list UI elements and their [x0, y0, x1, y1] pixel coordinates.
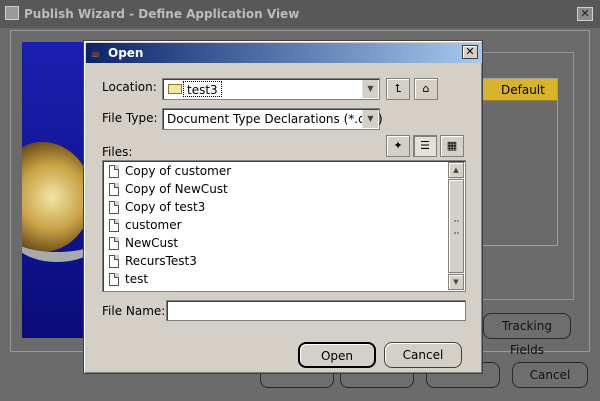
- app-icon: [5, 6, 19, 20]
- wizard-cancel-button[interactable]: Cancel: [512, 362, 588, 388]
- chevron-down-icon[interactable]: ▼: [362, 80, 378, 98]
- document-icon: [109, 165, 119, 178]
- wizard-fields-table: Default: [480, 78, 558, 246]
- document-icon: [109, 237, 119, 250]
- open-dialog-title: Open: [108, 46, 144, 60]
- file-item[interactable]: Copy of test3: [107, 199, 205, 217]
- location-combo[interactable]: test3 ▼: [162, 78, 380, 100]
- file-item-label: Copy of NewCust: [125, 182, 228, 196]
- file-item-label: NewCust: [125, 236, 179, 250]
- file-item-label: test: [125, 272, 149, 286]
- grip-icon: [454, 220, 459, 234]
- new-folder-icon: ✦: [393, 139, 403, 152]
- wizard-title: Publish Wizard - Define Application View: [24, 7, 300, 21]
- file-item[interactable]: Copy of NewCust: [107, 181, 228, 199]
- chevron-down-icon[interactable]: ▼: [362, 110, 378, 128]
- file-item[interactable]: RecursTest3: [107, 253, 197, 271]
- home-folder-button[interactable]: ⌂: [414, 78, 438, 100]
- scroll-down-button[interactable]: ▼: [448, 274, 464, 290]
- table-header-default[interactable]: Default: [481, 79, 557, 101]
- location-value: test3: [183, 81, 222, 97]
- list-view-button[interactable]: ☰: [413, 135, 437, 157]
- home-folder-icon: ⌂: [422, 82, 430, 95]
- scroll-thumb[interactable]: [448, 179, 464, 273]
- file-name-input[interactable]: [166, 300, 466, 321]
- details-view-icon: ▦: [446, 139, 458, 152]
- open-button[interactable]: Open: [298, 342, 376, 368]
- new-folder-button[interactable]: ✦: [386, 135, 410, 157]
- document-icon: [109, 201, 119, 214]
- file-item[interactable]: test: [107, 271, 148, 289]
- file-name-label: File Name:: [102, 304, 166, 318]
- open-dialog-close-button[interactable]: ✕: [462, 45, 478, 59]
- up-one-level-icon: ⮤: [394, 82, 402, 95]
- document-icon: [109, 273, 119, 286]
- wizard-title-bar: Publish Wizard - Define Application View…: [0, 0, 600, 28]
- wizard-banner-image: [22, 42, 86, 338]
- file-item[interactable]: customer: [107, 217, 182, 235]
- file-item-label: Copy of test3: [125, 200, 206, 214]
- banner-swoosh-graphic: [22, 212, 86, 262]
- document-icon: [109, 255, 119, 268]
- scroll-up-button[interactable]: ▲: [448, 162, 464, 178]
- tracking-fields-button[interactable]: Tracking Fields: [483, 313, 571, 357]
- file-list[interactable]: Copy of customer Copy of NewCust Copy of…: [102, 160, 466, 292]
- folder-icon: [168, 84, 182, 94]
- file-item-label: Copy of customer: [125, 164, 232, 178]
- file-item-label: RecursTest3: [125, 254, 197, 268]
- wizard-close-button[interactable]: ✕: [577, 7, 593, 21]
- file-type-label: File Type:: [102, 111, 158, 125]
- file-type-combo[interactable]: Document Type Declarations (*.dtd) ▼: [162, 108, 383, 130]
- file-list-scrollbar[interactable]: ▲ ▼: [448, 162, 464, 290]
- details-view-button[interactable]: ▦: [440, 135, 464, 157]
- list-view-icon: ☰: [420, 139, 430, 152]
- file-item-label: customer: [125, 218, 182, 232]
- open-dialog: ☕ Open ✕ Location: test3 ▼ ⮤ ⌂ File Type…: [83, 40, 483, 374]
- file-item[interactable]: NewCust: [107, 235, 178, 253]
- java-cup-icon: ☕: [90, 46, 101, 60]
- up-one-level-button[interactable]: ⮤: [386, 78, 410, 100]
- file-item[interactable]: Copy of customer: [107, 163, 231, 181]
- files-label: Files:: [102, 145, 133, 159]
- location-label: Location:: [102, 80, 157, 94]
- file-type-value: Document Type Declarations (*.dtd): [167, 112, 383, 126]
- document-icon: [109, 183, 119, 196]
- document-icon: [109, 219, 119, 232]
- cancel-button[interactable]: Cancel: [384, 342, 462, 368]
- open-dialog-title-bar: ☕ Open ✕: [86, 43, 482, 63]
